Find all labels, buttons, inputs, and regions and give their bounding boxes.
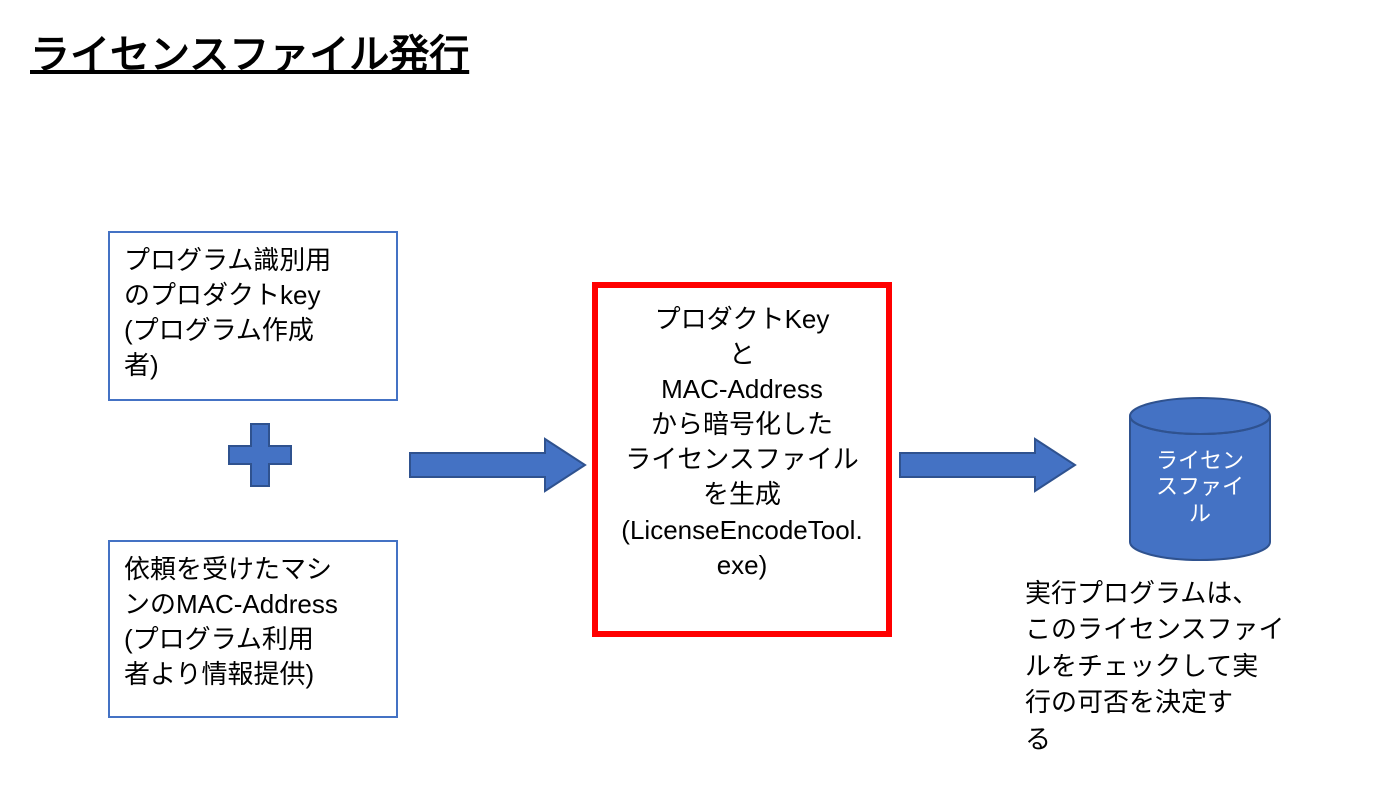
- arrow-icon: [895, 435, 1080, 495]
- diagram-canvas: ライセンスファイル発行 プログラム識別用のプロダクトkey(プログラム作成者) …: [0, 0, 1376, 792]
- text-line: る: [1025, 721, 1325, 757]
- text-line: 者より情報提供): [124, 657, 382, 692]
- page-title: ライセンスファイル発行: [30, 22, 469, 80]
- text-line: ルをチェックして実: [1025, 648, 1325, 684]
- text-line: 者): [124, 348, 382, 383]
- text-line: ライセン: [1140, 448, 1260, 474]
- text-line: から暗号化した: [616, 407, 868, 442]
- encode-tool-box: プロダクトKeyとMAC-Addressから暗号化したライセンスファイルを生成(…: [592, 282, 892, 637]
- text-line: を生成: [616, 477, 868, 512]
- text-line: 行の可否を決定す: [1025, 684, 1325, 720]
- text-line: スファイ: [1140, 474, 1260, 500]
- text-line: プロダクトKey: [616, 302, 868, 337]
- license-file-cylinder-label: ライセンスファイル: [1140, 448, 1260, 527]
- product-key-box: プログラム識別用のプロダクトkey(プログラム作成者): [108, 231, 398, 401]
- plus-icon: [225, 420, 295, 490]
- text-line: 依頼を受けたマシ: [124, 552, 382, 587]
- text-line: (プログラム作成: [124, 313, 382, 348]
- text-line: (プログラム利用: [124, 622, 382, 657]
- explanation-text: 実行プログラムは、このライセンスファイルをチェックして実行の可否を決定する: [1025, 575, 1325, 757]
- text-line: ンのMAC-Address: [124, 587, 382, 622]
- text-line: ライセンスファイル: [616, 442, 868, 477]
- text-line: ル: [1140, 501, 1260, 527]
- text-line: MAC-Address: [616, 372, 868, 407]
- text-line: (LicenseEncodeTool.: [616, 513, 868, 548]
- text-line: と: [616, 337, 868, 372]
- arrow-icon: [405, 435, 590, 495]
- text-line: 実行プログラムは、: [1025, 575, 1325, 611]
- text-line: このライセンスファイ: [1025, 611, 1325, 647]
- text-line: のプロダクトkey: [124, 278, 382, 313]
- mac-address-box: 依頼を受けたマシンのMAC-Address(プログラム利用者より情報提供): [108, 540, 398, 718]
- text-line: プログラム識別用: [124, 243, 382, 278]
- text-line: exe): [616, 548, 868, 583]
